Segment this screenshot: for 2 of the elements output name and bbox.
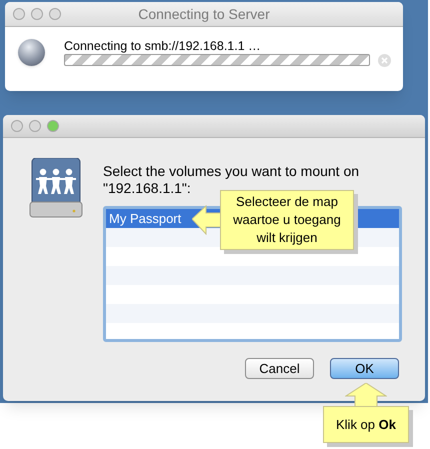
window-title: Connecting to Server bbox=[138, 4, 270, 24]
status-message: Connecting to smb://192.168.1.1 … bbox=[64, 38, 261, 55]
